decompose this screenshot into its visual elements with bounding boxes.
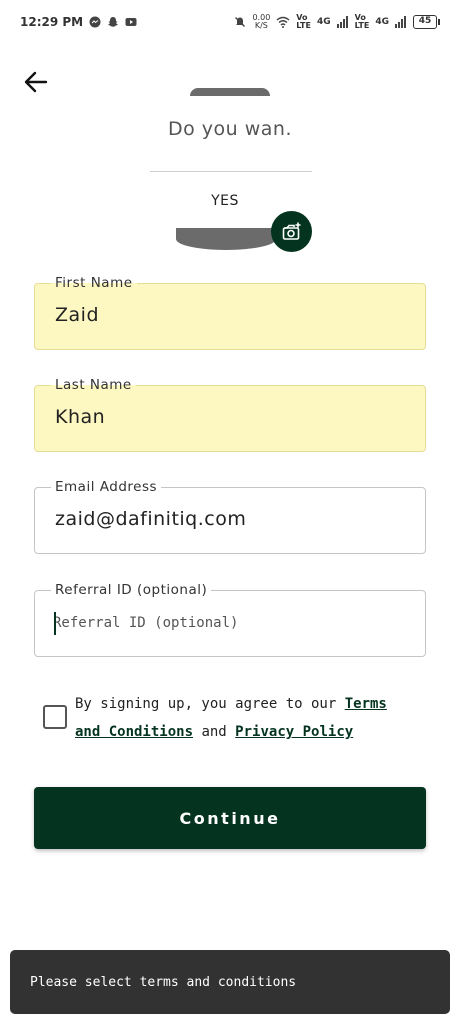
network-speed: 0.00 K/S xyxy=(252,14,270,30)
avatar-prompt-text: Do you wan. xyxy=(167,118,292,140)
first-name-label: First Name xyxy=(51,274,137,292)
avatar-shape-bottom xyxy=(176,228,276,250)
sim2-volte: Vo LTE xyxy=(355,14,370,30)
terms-checkbox[interactable] xyxy=(43,705,67,729)
first-name-value: Zaid xyxy=(55,304,99,326)
sim1-lte-label: LTE xyxy=(296,21,311,30)
net-speed-unit: K/S xyxy=(254,21,268,30)
sim1-volte: Vo LTE xyxy=(296,14,311,30)
continue-button[interactable]: Continue xyxy=(34,787,426,849)
first-name-field[interactable]: First Name Zaid xyxy=(34,274,426,350)
battery-icon: 45 xyxy=(413,15,440,29)
last-name-value: Khan xyxy=(55,406,106,428)
change-photo-button[interactable] xyxy=(271,211,312,252)
youtube-icon xyxy=(125,18,137,26)
email-label: Email Address xyxy=(51,478,162,496)
text-cursor xyxy=(54,612,56,635)
wifi-icon xyxy=(276,16,290,28)
terms-middle: and xyxy=(193,724,236,740)
email-value: zaid@dafinitiq.com xyxy=(55,508,247,530)
signal-sim2-icon xyxy=(395,16,406,28)
mute-bell-icon xyxy=(235,17,246,27)
snackbar-message: Please select terms and conditions xyxy=(30,974,297,990)
sim2-network-type: 4G xyxy=(375,17,389,27)
avatar-divider xyxy=(150,171,312,172)
referral-label: Referral ID (optional) xyxy=(51,581,212,599)
avatar-yes-text: YES xyxy=(211,193,239,209)
last-name-field[interactable]: Last Name Khan xyxy=(34,376,426,452)
referral-field[interactable]: Referral ID (optional) xyxy=(34,581,426,657)
back-button[interactable] xyxy=(20,66,52,98)
avatar-shape-top xyxy=(190,88,270,96)
snapchat-icon xyxy=(108,17,119,27)
email-field[interactable]: Email Address zaid@dafinitiq.com xyxy=(34,478,426,554)
camera-add-icon xyxy=(282,222,300,240)
sim2-lte-label: LTE xyxy=(354,21,370,30)
last-name-label: Last Name xyxy=(51,376,136,394)
terms-text: By signing up, you agree to our Terms an… xyxy=(75,690,415,746)
status-time: 12:29 PM xyxy=(20,15,84,29)
sim1-network-type: 4G xyxy=(316,17,331,27)
privacy-policy-link[interactable]: Privacy Policy xyxy=(235,724,353,740)
status-bar: 12:29 PM 0.00 K/S Vo LTE 4G Vo LTE 4G 45 xyxy=(0,0,460,44)
referral-input[interactable] xyxy=(53,609,403,637)
arrow-back-icon xyxy=(24,71,48,93)
messenger-icon xyxy=(89,16,101,28)
snackbar: Please select terms and conditions xyxy=(10,950,450,1014)
battery-level: 45 xyxy=(413,15,437,29)
terms-prefix: By signing up, you agree to our xyxy=(75,696,345,712)
signal-sim1-icon xyxy=(336,16,348,28)
